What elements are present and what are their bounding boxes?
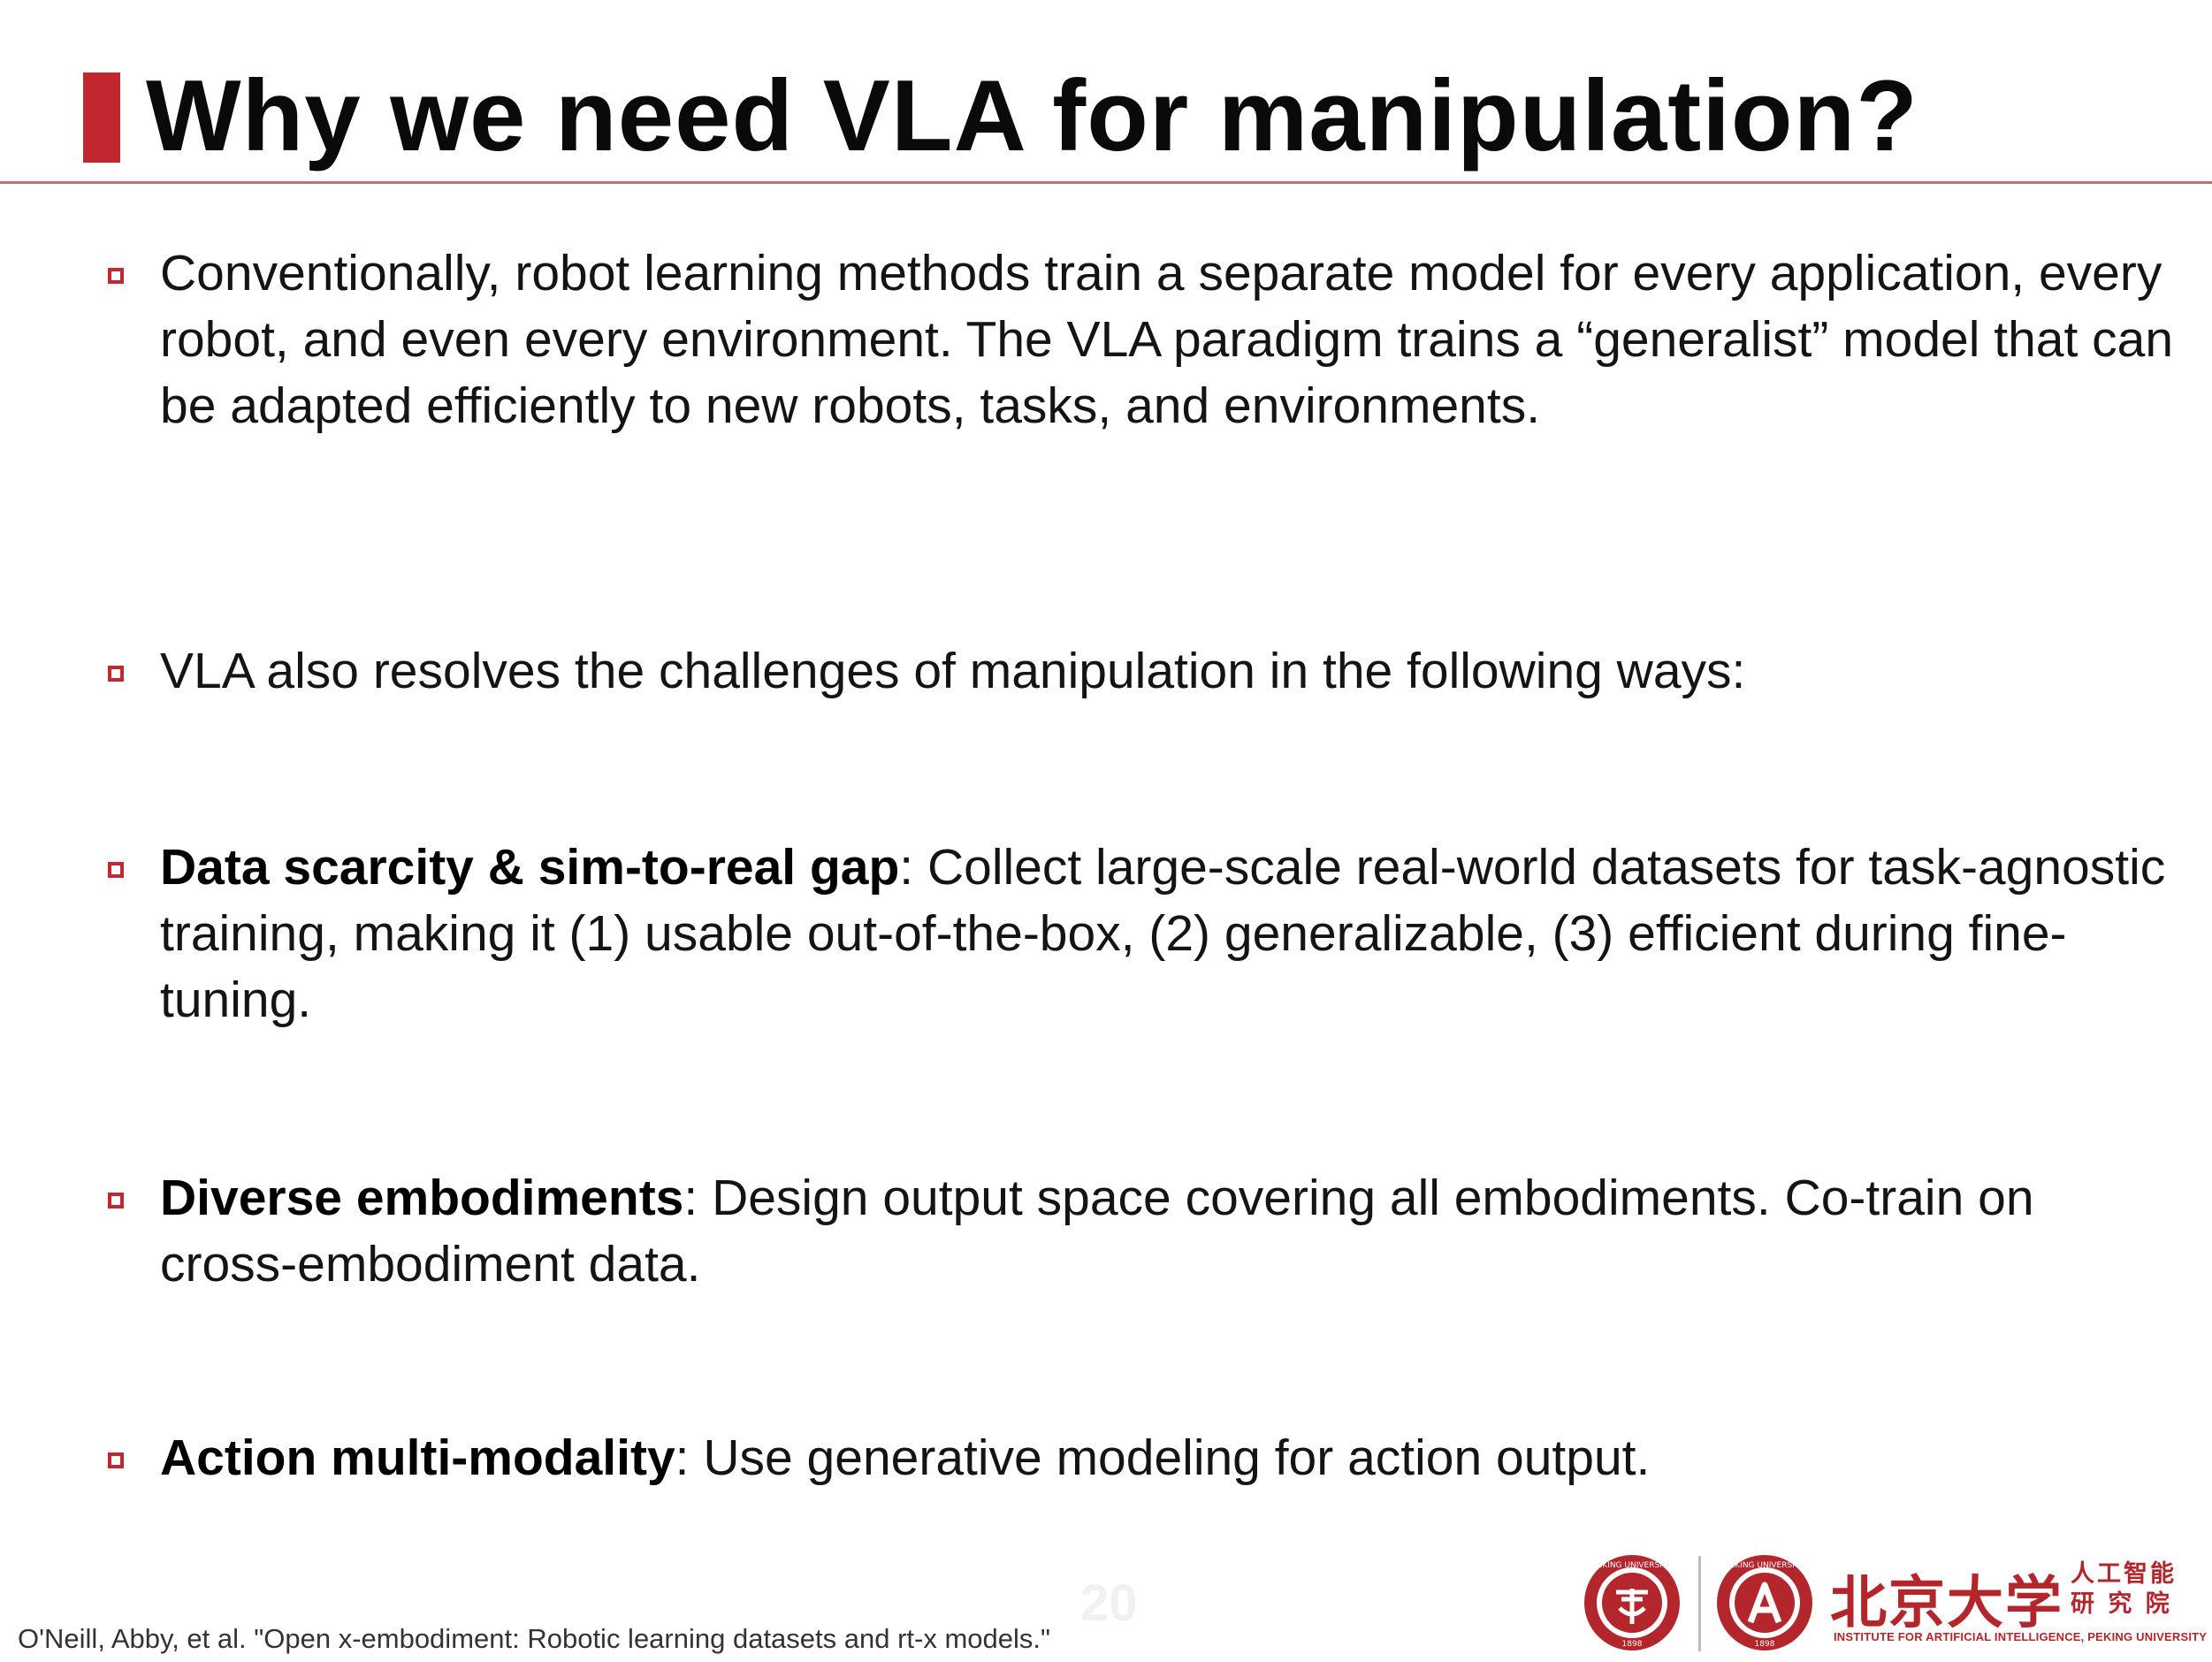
bullet-bold-lead: Action multi-modality: [160, 1429, 675, 1486]
bullet-text: Diverse embodiments: Design output space…: [160, 1165, 2185, 1298]
bullet-square-icon: [108, 1452, 124, 1468]
page-number: 20: [1080, 1574, 1138, 1632]
svg-text:PEKING UNIVERSITY: PEKING UNIVERSITY: [1725, 1561, 1804, 1570]
title-accent-bar: [83, 72, 120, 163]
svg-text:1898: 1898: [1755, 1640, 1775, 1649]
bullet-body: VLA also resolves the challenges of mani…: [160, 643, 1746, 699]
bullet-body: Conventionally, robot learning methods t…: [160, 245, 2174, 434]
institute-name-cn-line1: 人工智能: [2071, 1560, 2177, 1588]
header-divider: [0, 181, 2212, 184]
slide-header: Why we need VLA for manipulation?: [0, 0, 2212, 184]
citation: O'Neill, Abby, et al. "Open x-embodiment…: [18, 1623, 1051, 1654]
bullet-text: Action multi-modality: Use generative mo…: [160, 1425, 2185, 1491]
bullet-square-icon: [108, 862, 124, 878]
institute-name-en: INSTITUTE FOR ARTIFICIAL INTELLIGENCE, P…: [1834, 1630, 2208, 1643]
svg-text:PEKING UNIVERSITY: PEKING UNIVERSITY: [1592, 1561, 1672, 1570]
bullet-bold-lead: Data scarcity & sim-to-real gap: [160, 839, 900, 896]
university-name-cn: 北京大学: [1830, 1570, 2063, 1636]
peking-university-seal-icon: PEKING UNIVERSITY 1898: [1584, 1555, 1680, 1651]
bullet-bold-lead: Diverse embodiments: [160, 1170, 684, 1226]
svg-text:1898: 1898: [1622, 1640, 1643, 1649]
footer-logos: PEKING UNIVERSITY 1898 PEKING UNIVERSITY…: [1574, 1549, 2207, 1659]
bullet-square-icon: [108, 1193, 124, 1208]
bullet-text: Data scarcity & sim-to-real gap: Collect…: [160, 835, 2185, 1033]
bullet-text: Conventionally, robot learning methods t…: [160, 240, 2185, 439]
institute-name-cn: 人工智能 研 究 院: [2071, 1559, 2177, 1620]
logo-divider: [1698, 1556, 1701, 1651]
institute-name-cn-line2: 研 究 院: [2071, 1590, 2172, 1618]
institute-seal-icon: PEKING UNIVERSITY 1898: [1717, 1555, 1812, 1651]
bullet-text: VLA also resolves the challenges of mani…: [160, 638, 2185, 705]
bullet-body: : Use generative modeling for action out…: [675, 1429, 1651, 1486]
bullet-square-icon: [108, 666, 124, 682]
slide-title: Why we need VLA for manipulation?: [146, 60, 1918, 172]
bullet-square-icon: [108, 268, 124, 284]
